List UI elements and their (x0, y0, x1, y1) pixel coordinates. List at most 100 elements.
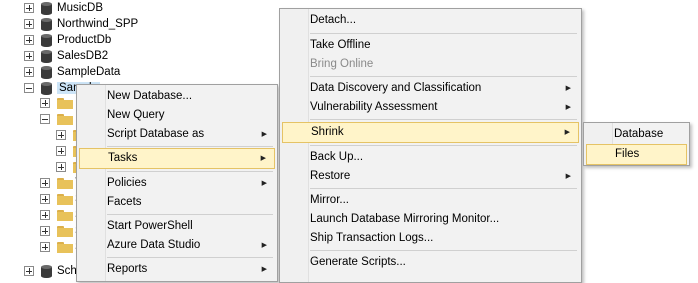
menu-item-take-offline[interactable]: Take Offline (282, 35, 579, 56)
collapse-minus-icon[interactable] (24, 83, 34, 93)
menu-item-ship-transaction-logs[interactable]: Ship Transaction Logs... (282, 228, 579, 249)
menu-separator (107, 257, 273, 258)
menu-item-script-database-as[interactable]: Script Database as ▶ (79, 124, 275, 145)
menu-item-label: Script Database as (107, 128, 205, 140)
expand-plus-icon[interactable] (24, 51, 34, 61)
expand-plus-icon[interactable] (40, 194, 50, 204)
menu-item-label: Shrink (311, 126, 344, 138)
tree-node-schemas[interactable]: Sche (24, 263, 83, 279)
database-icon (41, 17, 52, 31)
submenu-arrow-icon: ▶ (260, 155, 266, 162)
menu-item-mirror[interactable]: Mirror... (282, 190, 579, 211)
expand-plus-icon[interactable] (24, 3, 34, 13)
menu-item-restore[interactable]: Restore ▶ (282, 166, 579, 187)
submenu-arrow-icon: ▶ (565, 85, 571, 92)
tree-node-productdb[interactable]: ProductDb (24, 32, 111, 48)
expand-plus-icon[interactable] (24, 19, 34, 29)
menu-separator (310, 145, 577, 146)
tree-node-label: SalesDB2 (57, 50, 109, 62)
submenu-arrow-icon: ▶ (565, 104, 571, 111)
tree-node-label: ProductDb (57, 34, 112, 46)
menu-item-label: Data Discovery and Classification (310, 82, 482, 94)
expand-plus-icon[interactable] (40, 98, 50, 108)
folder-icon (57, 241, 73, 253)
database-icon (41, 33, 52, 47)
menu-separator (310, 188, 577, 189)
folder-icon (57, 193, 73, 205)
menu-item-new-query[interactable]: New Query (79, 105, 275, 126)
menu-item-label: Bring Online (310, 58, 374, 70)
database-icon (41, 264, 52, 278)
menu-item-label: Azure Data Studio (107, 239, 201, 251)
menu-item-shrink-database[interactable]: Database (586, 124, 687, 145)
expand-plus-icon[interactable] (24, 35, 34, 45)
menu-item-label: Policies (107, 177, 147, 189)
menu-item-label: Start PowerShell (107, 220, 193, 232)
menu-item-label: Detach... (310, 14, 357, 26)
database-context-menu: New Database... New Query Script Databas… (76, 84, 278, 282)
menu-item-azure-data-studio[interactable]: Azure Data Studio ▶ (79, 235, 275, 256)
menu-item-label: Reports (107, 263, 148, 275)
submenu-arrow-icon: ▶ (261, 131, 267, 138)
menu-item-shrink-files[interactable]: Files (586, 144, 687, 165)
menu-item-facets[interactable]: Facets (79, 192, 275, 213)
submenu-arrow-icon: ▶ (261, 242, 267, 249)
submenu-arrow-icon: ▶ (564, 129, 570, 136)
menu-item-start-powershell[interactable]: Start PowerShell (79, 216, 275, 237)
tree-node-label: MusicDB (57, 2, 104, 14)
expand-plus-icon[interactable] (40, 178, 50, 188)
folder-icon (57, 209, 73, 221)
expand-plus-icon[interactable] (40, 226, 50, 236)
menu-item-shrink[interactable]: Shrink ▶ (282, 122, 579, 143)
submenu-arrow-icon: ▶ (261, 266, 267, 273)
expand-plus-icon[interactable] (56, 162, 66, 172)
expand-plus-icon[interactable] (40, 210, 50, 220)
database-icon (41, 81, 52, 95)
database-icon (41, 65, 52, 79)
menu-item-policies[interactable]: Policies ▶ (79, 173, 275, 194)
menu-item-label: New Database... (107, 90, 193, 102)
menu-item-generate-scripts[interactable]: Generate Scripts... (282, 252, 579, 273)
folder-icon (57, 97, 73, 109)
submenu-arrow-icon: ▶ (261, 180, 267, 187)
database-icon (41, 49, 52, 63)
menu-separator (107, 171, 273, 172)
folder-icon (57, 177, 73, 189)
expand-plus-icon[interactable] (56, 146, 66, 156)
expand-plus-icon[interactable] (56, 130, 66, 140)
menu-separator (107, 146, 273, 147)
tree-node-musicdb[interactable]: MusicDB (24, 0, 103, 16)
menu-item-reports[interactable]: Reports ▶ (79, 259, 275, 280)
collapse-minus-icon[interactable] (40, 114, 50, 124)
menu-item-tasks[interactable]: Tasks ▶ (79, 148, 275, 169)
tree-node-northwind-spp[interactable]: Northwind_SPP (24, 16, 138, 32)
menu-item-label: Generate Scripts... (310, 256, 406, 268)
menu-separator (310, 76, 577, 77)
submenu-arrow-icon: ▶ (565, 173, 571, 180)
menu-separator (310, 33, 577, 34)
menu-item-label: Launch Database Mirroring Monitor... (310, 213, 500, 225)
database-icon (41, 1, 52, 15)
menu-item-launch-mirroring-monitor[interactable]: Launch Database Mirroring Monitor... (282, 209, 579, 230)
menu-item-data-discovery-classification[interactable]: Data Discovery and Classification ▶ (282, 78, 579, 99)
tree-node-salesdb2[interactable]: SalesDB2 (24, 48, 108, 64)
tree-child-node[interactable] (40, 95, 73, 111)
expand-plus-icon[interactable] (24, 266, 34, 276)
menu-separator (107, 214, 273, 215)
menu-item-label: Ship Transaction Logs... (310, 232, 434, 244)
menu-item-detach[interactable]: Detach... (282, 10, 579, 31)
menu-item-back-up[interactable]: Back Up... (282, 147, 579, 168)
menu-item-label: Take Offline (310, 39, 371, 51)
tree-node-label: Northwind_SPP (57, 18, 139, 30)
menu-item-vulnerability-assessment[interactable]: Vulnerability Assessment ▶ (282, 97, 579, 118)
menu-separator (310, 250, 577, 251)
menu-item-label: Tasks (108, 152, 138, 164)
expand-plus-icon[interactable] (40, 242, 50, 252)
menu-item-label: New Query (107, 109, 165, 121)
tree-node-sampledata[interactable]: SampleData (24, 64, 120, 80)
menu-item-bring-online: Bring Online (282, 54, 579, 75)
expand-plus-icon[interactable] (24, 67, 34, 77)
menu-item-new-database[interactable]: New Database... (79, 86, 275, 107)
tree-child-node[interactable] (40, 111, 73, 127)
folder-icon (57, 225, 73, 237)
